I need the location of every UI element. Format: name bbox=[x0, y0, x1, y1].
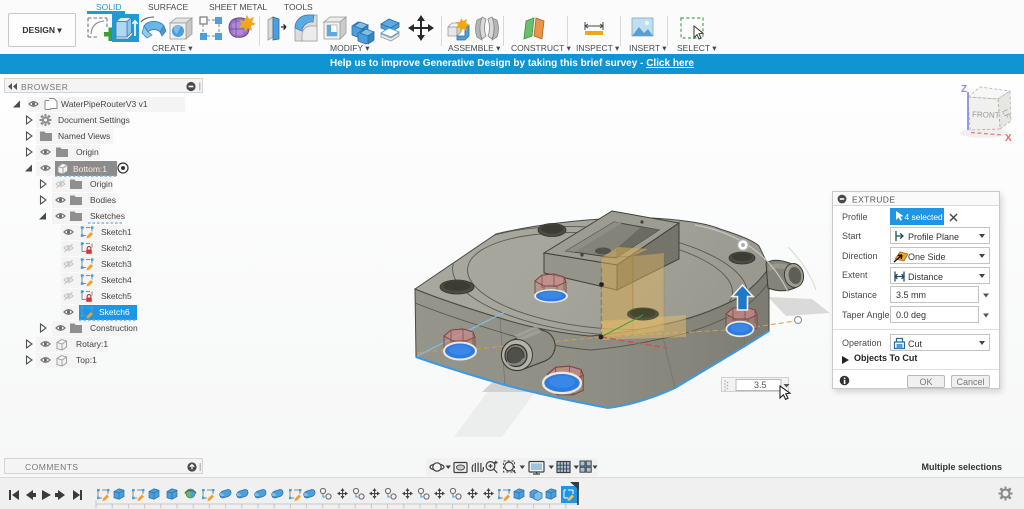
svg-text:Sketches: Sketches bbox=[90, 211, 125, 221]
svg-text:Top:1: Top:1 bbox=[76, 355, 97, 365]
svg-text:Named Views: Named Views bbox=[58, 131, 110, 141]
svg-text:Origin: Origin bbox=[76, 147, 99, 157]
svg-text:Bottom:1: Bottom:1 bbox=[73, 164, 107, 174]
svg-text:Distance: Distance bbox=[908, 272, 943, 282]
svg-text:One Side: One Side bbox=[908, 252, 946, 262]
svg-text:Sketch3: Sketch3 bbox=[101, 259, 132, 269]
svg-text:Z: Z bbox=[961, 84, 967, 95]
svg-text:Sketch2: Sketch2 bbox=[101, 243, 132, 253]
svg-text:Sketch4: Sketch4 bbox=[101, 275, 132, 285]
svg-text:EXTRUDE: EXTRUDE bbox=[852, 195, 895, 205]
svg-text:Rotary:1: Rotary:1 bbox=[76, 339, 108, 349]
svg-text:Profile Plane: Profile Plane bbox=[908, 232, 959, 242]
svg-text:COMMENTS: COMMENTS bbox=[25, 462, 79, 472]
svg-text:Cut: Cut bbox=[908, 339, 923, 349]
svg-text:Sketch5: Sketch5 bbox=[101, 291, 132, 301]
svg-text:4 selected: 4 selected bbox=[905, 212, 944, 222]
svg-text:WaterPipeRouterV3 v1: WaterPipeRouterV3 v1 bbox=[61, 99, 148, 109]
svg-text:3.5: 3.5 bbox=[754, 380, 767, 390]
svg-text:Construction: Construction bbox=[90, 323, 138, 333]
svg-text:Sketch6: Sketch6 bbox=[99, 307, 130, 317]
svg-text:FRONT: FRONT bbox=[972, 110, 1000, 120]
svg-text:Bodies: Bodies bbox=[90, 195, 116, 205]
svg-text:X: X bbox=[1005, 133, 1012, 144]
svg-text:Origin: Origin bbox=[90, 179, 113, 189]
svg-text:Document Settings: Document Settings bbox=[58, 115, 130, 125]
svg-text:Sketch1: Sketch1 bbox=[101, 227, 132, 237]
